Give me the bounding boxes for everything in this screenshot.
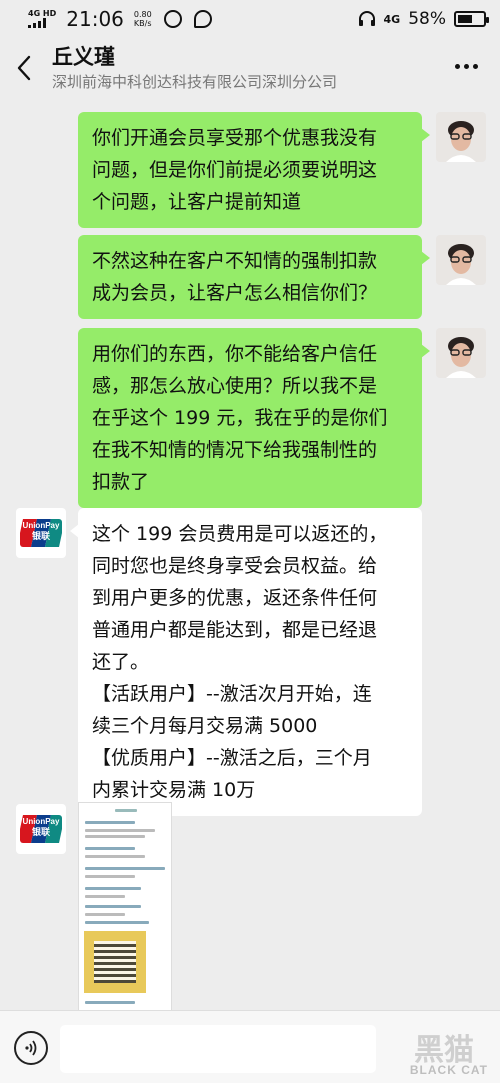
message-line: 还了。 <box>92 651 150 673</box>
message-line: 成为会员，让客户怎么相信你们？ <box>92 282 378 304</box>
more-options-icon[interactable] <box>455 64 478 69</box>
status-bar: 4G HD 21:06 0.80 KB/s 4G 58% <box>0 0 500 38</box>
message-line: 到用户更多的优惠，返还条件任何 <box>92 587 378 609</box>
message-line: 【活跃用户】--激活次月开始，连 <box>92 683 372 705</box>
message-line: 在我不知情的情况下给我强制性的 <box>92 439 378 461</box>
message-line: 在乎这个 199 元，我在乎的是你们 <box>92 407 388 429</box>
message-line: 续三个月每月交易满 5000 <box>92 715 318 737</box>
network-speed-unit: KB/s <box>133 19 152 28</box>
message-line: 你们开通会员享受那个优惠我没有 <box>92 127 378 149</box>
network-type: 4G HD <box>28 9 57 18</box>
avatar[interactable] <box>436 112 486 162</box>
unionpay-logo-icon[interactable]: UnionPay 银联 <box>16 804 66 854</box>
message-line: 同时您也是终身享受会员权益。给 <box>92 555 378 577</box>
voice-input-button[interactable] <box>14 1031 48 1065</box>
status-time: 21:06 <box>66 7 124 31</box>
network-speed: 0.80 KB/s <box>134 10 152 28</box>
headphones-icon <box>358 11 375 26</box>
voice-icon <box>25 1040 37 1056</box>
unionpay-text-en: UnionPay <box>22 521 60 530</box>
watermark-en: BLACK CAT <box>409 1063 488 1077</box>
chat-header: 丘义瑾 深圳前海中科创达科技有限公司深圳分公司 <box>0 38 500 98</box>
qr-code-image <box>84 931 146 993</box>
watermark-logo: 黑猫 BLACK CAT <box>374 1019 494 1081</box>
image-message-thumbnail[interactable] <box>78 802 172 1010</box>
message-line: 这个 199 会员费用是可以返还的， <box>92 523 388 545</box>
unionpay-text-en: UnionPay <box>22 817 60 826</box>
back-icon[interactable] <box>0 38 48 98</box>
battery-icon <box>454 11 489 27</box>
notification-app-icon <box>163 10 182 28</box>
chat-title: 丘义瑾 <box>52 45 115 69</box>
message-line: 感，那怎么放心使用？所以我不是 <box>92 375 378 397</box>
notification-app-icon-2 <box>193 10 212 28</box>
network-type-2: 4G <box>383 12 401 26</box>
message-line: 普通用户都是能达到，都是已经退 <box>92 619 378 641</box>
message-bubble[interactable]: 用你们的东西，你不能给客户信任 感，那怎么放心使用？所以我不是 在乎这个 199… <box>78 328 430 508</box>
message-line: 用你们的东西，你不能给客户信任 <box>92 343 378 365</box>
input-bar: 黑猫 BLACK CAT <box>0 1010 500 1083</box>
signal-bars-icon <box>28 18 46 28</box>
avatar[interactable] <box>436 235 486 285</box>
message-line: 问题，但是你们前提必须要说明这 <box>92 159 378 181</box>
message-line: 不然这种在客户不知情的强制扣款 <box>92 250 378 272</box>
chat-subtitle: 深圳前海中科创达科技有限公司深圳分公司 <box>52 73 338 91</box>
signal-indicator: 4G HD <box>28 10 56 28</box>
unionpay-logo-icon[interactable]: UnionPay 银联 <box>16 508 66 558</box>
message-bubble[interactable]: 你们开通会员享受那个优惠我没有 问题，但是你们前提必须要说明这 个问题，让客户提… <box>78 112 430 228</box>
unionpay-text-cn: 银联 <box>31 827 50 837</box>
unionpay-text-cn: 银联 <box>31 531 50 541</box>
message-bubble[interactable]: 这个 199 会员费用是可以返还的， 同时您也是终身享受会员权益。给 到用户更多… <box>70 508 422 816</box>
battery-percent: 58% <box>408 9 446 29</box>
network-speed-value: 0.80 <box>133 10 152 19</box>
message-line: 【优质用户】--激活之后，三个月 <box>92 747 372 769</box>
message-line: 个问题，让客户提前知道 <box>92 191 302 213</box>
message-line: 扣款了 <box>92 471 150 493</box>
avatar[interactable] <box>436 328 486 378</box>
message-list[interactable]: 你们开通会员享受那个优惠我没有 问题，但是你们前提必须要说明这 个问题，让客户提… <box>0 98 500 1010</box>
message-input[interactable] <box>60 1025 376 1073</box>
message-bubble[interactable]: 不然这种在客户不知情的强制扣款 成为会员，让客户怎么相信你们？ <box>78 235 430 319</box>
